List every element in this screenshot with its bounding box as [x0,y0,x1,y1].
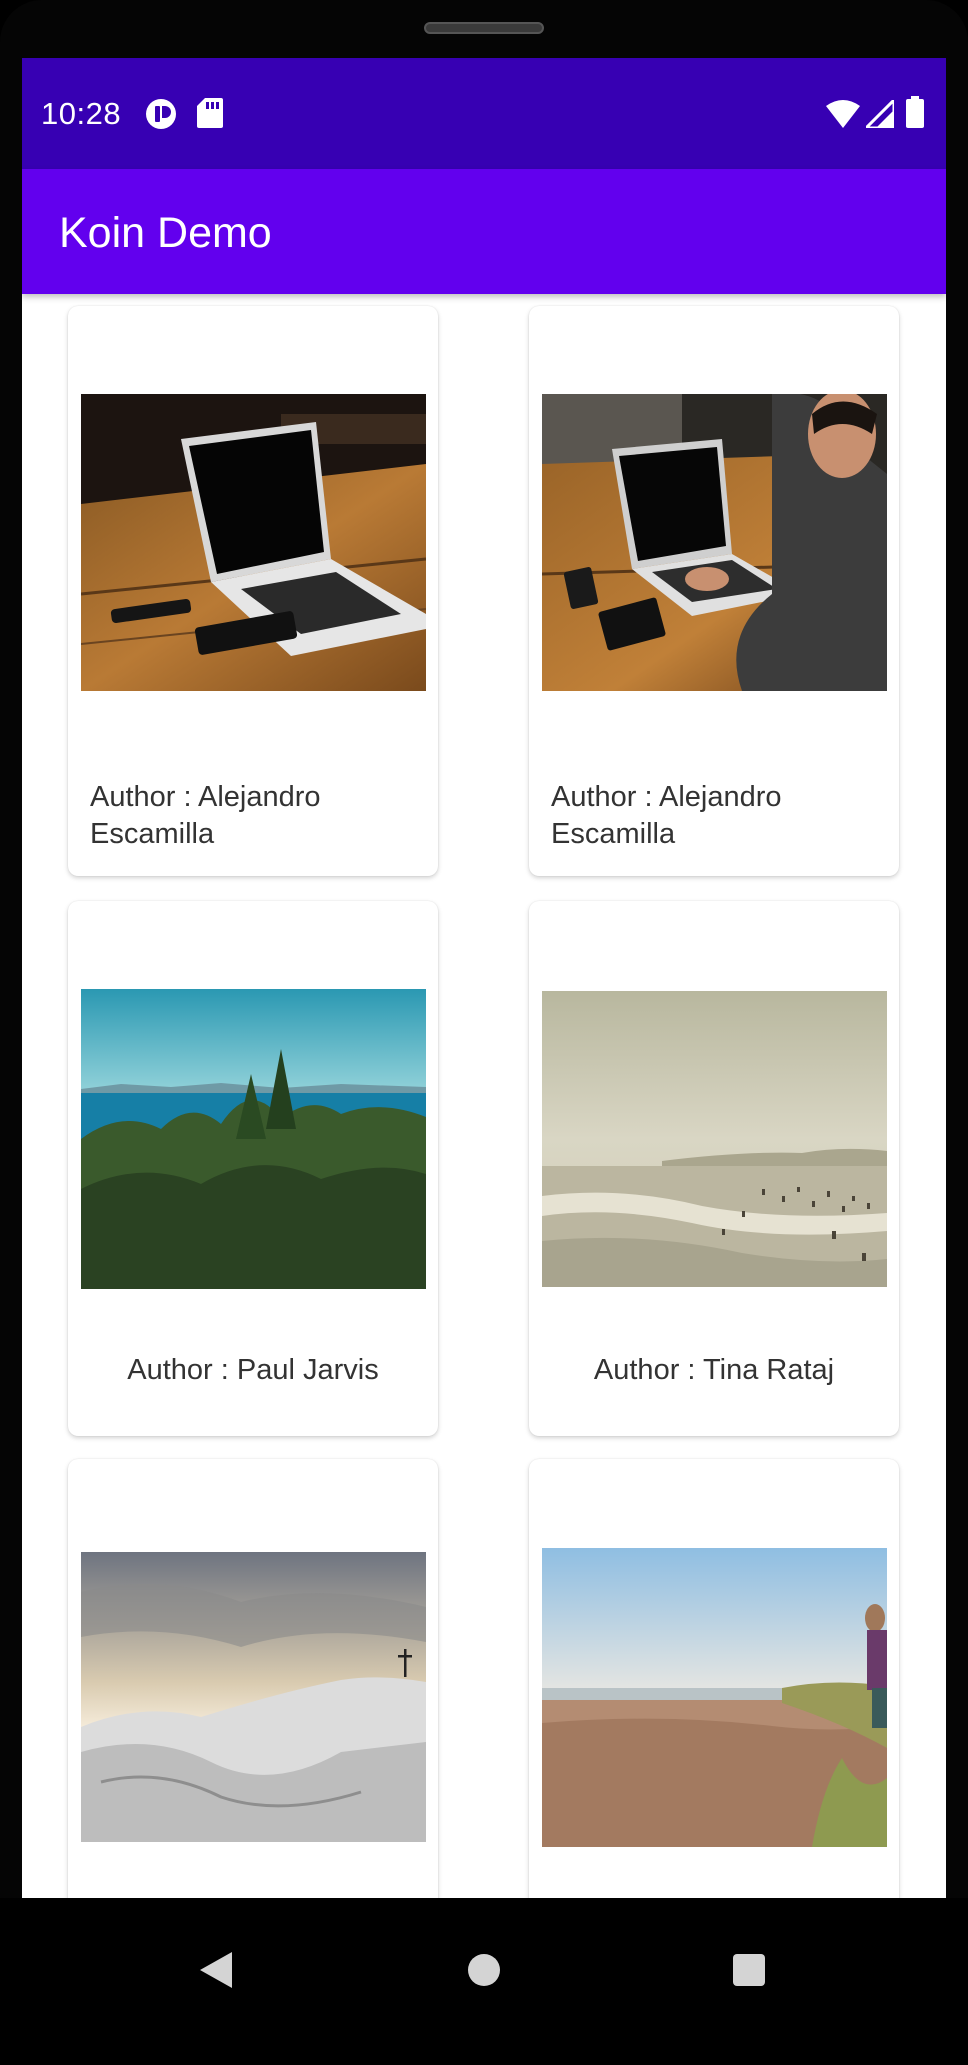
phone-frame: 10:28 Koin Demo Author: Alejandro Escam… [0,0,968,2065]
photo-card[interactable] [529,1459,899,1898]
photo-laptop-desk [81,394,426,691]
photo-card[interactable]: Author : Tina Rataj [529,901,899,1436]
screen: 10:28 Koin Demo Author: Alejandro Escam… [22,58,946,1898]
back-icon [200,1952,232,1988]
photo-person-laptop [542,394,887,691]
navigation-bar [0,1898,968,2065]
author-label: Author : Alejandro Escamilla [90,781,321,850]
home-button[interactable] [454,1940,514,2000]
photo-sandy-beach [542,1548,887,1847]
photo-grid[interactable]: Author : Alejandro Escamilla Author: Al… [22,294,946,1898]
recents-button[interactable] [719,1940,779,2000]
sd-card-icon [197,98,223,133]
photo-card[interactable] [68,1459,438,1898]
cellular-signal-icon [862,96,896,133]
status-bar: 10:28 [22,58,946,169]
photo-card[interactable]: Author : Alejandro Escamilla [529,306,899,876]
wifi-icon [826,100,860,133]
author-label: Author : Paul Jarvis [127,1354,379,1386]
home-icon [468,1954,500,1986]
recents-icon [733,1954,765,1986]
app-notification-icon [145,98,177,135]
photo-misty-beach [542,991,887,1287]
photo-card[interactable]: Author : Alejandro Escamilla [68,306,438,876]
back-button[interactable] [186,1940,246,2000]
photo-card[interactable]: Author : Paul Jarvis [68,901,438,1436]
battery-icon [906,96,924,133]
speaker-grille [424,22,544,34]
author-label: Author : Alejandro Escamilla [551,781,782,850]
photo-sea-trees [81,989,426,1289]
photo-snowy-hill [81,1552,426,1842]
status-time: 10:28 [41,96,122,131]
app-bar: Koin Demo [22,169,946,294]
author-label: Author : Tina Rataj [593,1354,835,1386]
page-title: Koin Demo [59,209,272,257]
